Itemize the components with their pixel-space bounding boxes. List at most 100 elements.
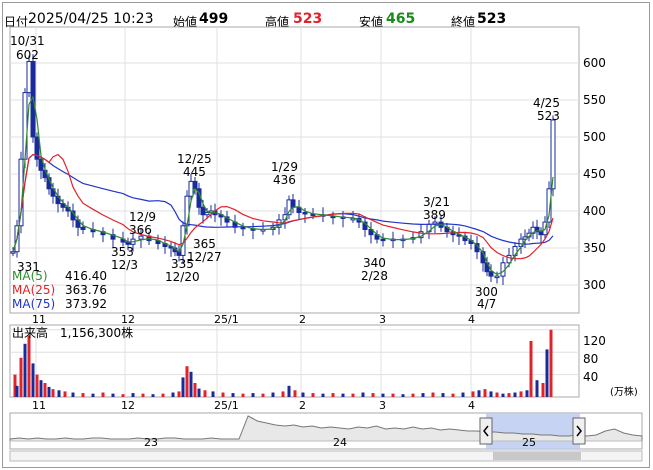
ma25-legend-label: MA(25) bbox=[12, 283, 55, 297]
month-label: 3 bbox=[379, 399, 386, 412]
volume-bar bbox=[401, 394, 405, 397]
volume-bar bbox=[39, 380, 43, 397]
navigator-right-handle[interactable] bbox=[572, 417, 586, 445]
volume-bar bbox=[177, 391, 181, 397]
volume-bar bbox=[121, 394, 125, 397]
month-label: 12 bbox=[121, 399, 135, 412]
volume-bar bbox=[321, 393, 325, 397]
volume-bar bbox=[287, 385, 291, 397]
annotation-dec25-value: 445 bbox=[183, 165, 206, 179]
annotation-feb28-date: 2/28 bbox=[361, 269, 388, 283]
volume-bar bbox=[261, 393, 265, 397]
volume-bar bbox=[63, 391, 67, 397]
volume-bar bbox=[301, 392, 305, 397]
price-tick: 600 bbox=[583, 56, 606, 70]
ma25-legend-value: 363.76 bbox=[65, 283, 107, 297]
volume-tick: 120 bbox=[583, 334, 606, 348]
annotation-jan29-date: 1/29 bbox=[271, 160, 298, 174]
month-axis-bottom: 11 12 25/1 2 3 4 bbox=[32, 399, 475, 412]
annotation-apr25-date: 4/25 bbox=[533, 96, 560, 110]
volume-bar bbox=[197, 388, 201, 397]
price-tick: 450 bbox=[583, 167, 606, 181]
volume-bar bbox=[203, 390, 207, 397]
candle-body bbox=[240, 226, 246, 230]
month-label: 11 bbox=[32, 399, 46, 412]
month-label: 2 bbox=[299, 399, 306, 412]
volume-bar bbox=[281, 391, 285, 397]
candle-body bbox=[538, 231, 544, 236]
volume-bar bbox=[411, 393, 415, 397]
range-navigator[interactable]: 23 24 25 bbox=[9, 412, 643, 462]
chart-widget: 日付 2025/04/25 10:23 始値 499 高値 523 安値 465… bbox=[2, 2, 650, 468]
annotation-dec27-value: 365 bbox=[193, 237, 216, 251]
volume-bar bbox=[351, 393, 355, 397]
annotation-peak-value: 602 bbox=[16, 48, 39, 62]
volume-panel[interactable]: 出来高 1,156,300株 120 80 40 (万株) bbox=[9, 324, 638, 398]
volume-bar bbox=[311, 393, 315, 397]
volume-tick: 80 bbox=[583, 352, 598, 366]
volume-bar bbox=[193, 383, 197, 397]
volume-bar bbox=[371, 393, 375, 397]
annotation-feb28-value: 340 bbox=[363, 256, 386, 270]
volume-axis: 120 80 40 bbox=[583, 334, 606, 384]
volume-bar bbox=[381, 393, 385, 397]
volume-bar bbox=[231, 393, 235, 397]
navigator-left-handle[interactable] bbox=[479, 417, 493, 445]
annotation-dec20-date: 12/20 bbox=[165, 270, 200, 284]
volume-bar bbox=[71, 392, 75, 397]
candle-body bbox=[184, 195, 190, 227]
annotation-dec9-value: 366 bbox=[129, 223, 152, 237]
volume-bar bbox=[51, 389, 55, 397]
volume-bar bbox=[331, 393, 335, 397]
price-panel[interactable]: 600 550 500 450 400 350 300 10/31 602 33… bbox=[9, 26, 606, 314]
volume-bar bbox=[151, 394, 155, 397]
annotation-mar21-value: 389 bbox=[423, 208, 446, 222]
volume-bar bbox=[211, 391, 215, 397]
candle-body bbox=[80, 226, 86, 230]
month-label: 4 bbox=[468, 313, 475, 326]
volume-bar bbox=[513, 392, 517, 397]
volume-bar bbox=[341, 393, 345, 397]
volume-bar bbox=[529, 341, 533, 397]
left-handle-box[interactable] bbox=[479, 417, 493, 445]
month-label: 2 bbox=[299, 313, 306, 326]
candle-body bbox=[22, 92, 28, 160]
volume-bar bbox=[525, 390, 529, 397]
candle-body bbox=[488, 271, 494, 277]
volume-bar bbox=[19, 357, 23, 397]
volume-bar bbox=[431, 392, 435, 397]
ma5-legend-label: MA(5) bbox=[12, 269, 48, 283]
candle-body bbox=[380, 238, 386, 242]
price-tick: 400 bbox=[583, 204, 606, 218]
candle-body bbox=[200, 206, 206, 216]
volume-bar bbox=[545, 349, 549, 397]
volume-bar bbox=[483, 389, 487, 397]
volume-bar bbox=[541, 383, 545, 397]
annotation-peak-date: 10/31 bbox=[10, 34, 45, 48]
volume-bar bbox=[221, 392, 225, 397]
navigator-year: 25 bbox=[522, 436, 536, 449]
annotation-dec25-date: 12/25 bbox=[177, 152, 212, 166]
volume-bar bbox=[185, 366, 189, 397]
month-axis-top: 11 12 25/1 2 3 4 bbox=[32, 313, 475, 326]
volume-bar bbox=[189, 371, 193, 397]
right-handle-box[interactable] bbox=[572, 417, 586, 445]
volume-bar bbox=[27, 335, 31, 397]
candle-body bbox=[204, 211, 210, 216]
volume-bar bbox=[141, 393, 145, 397]
month-label: 11 bbox=[32, 313, 46, 326]
navigator-scroll-thumb[interactable] bbox=[493, 452, 581, 460]
ma5-legend-value: 416.40 bbox=[65, 269, 107, 283]
volume-bar bbox=[421, 393, 425, 397]
price-tick: 550 bbox=[583, 93, 606, 107]
volume-bar bbox=[81, 393, 85, 397]
annotation-dec20-value: 335 bbox=[171, 257, 194, 271]
candle-body bbox=[10, 251, 16, 254]
volume-bar bbox=[161, 393, 165, 397]
volume-bar bbox=[519, 391, 523, 397]
volume-bar bbox=[549, 329, 553, 397]
volume-bar bbox=[441, 393, 445, 397]
volume-bar bbox=[57, 390, 61, 397]
volume-bar bbox=[91, 393, 95, 397]
candle-body bbox=[188, 180, 194, 197]
